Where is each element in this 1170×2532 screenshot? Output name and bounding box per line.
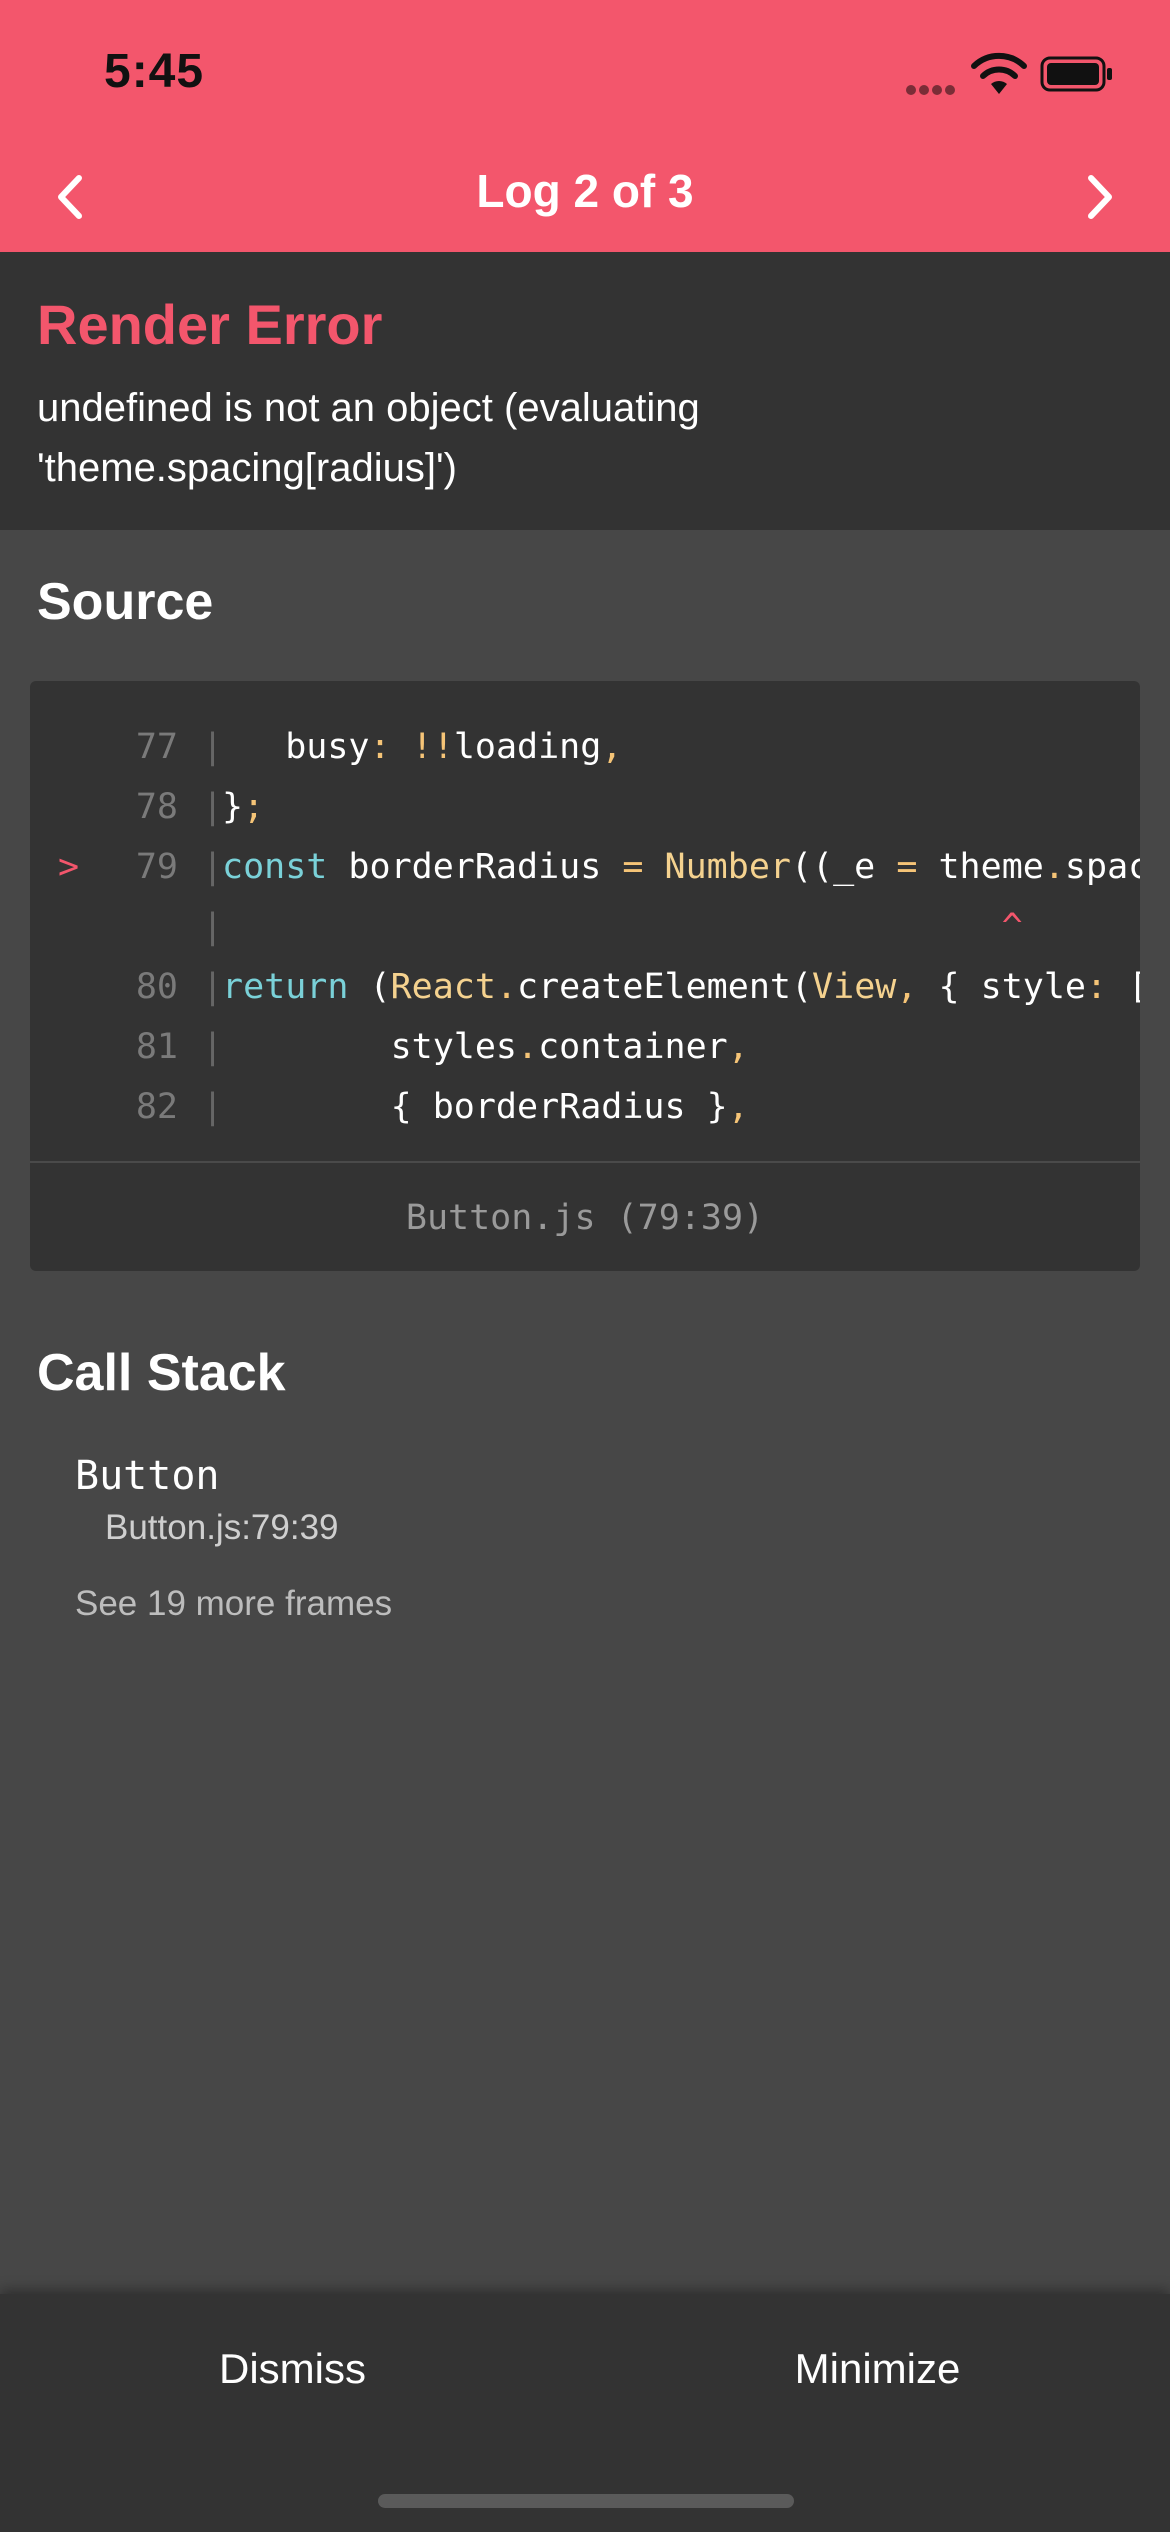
call-stack-section-title: Call Stack: [37, 1344, 286, 1402]
source-section-title: Source: [37, 573, 214, 631]
code-text: ^: [1001, 907, 1023, 947]
dismiss-button[interactable]: Dismiss: [0, 2294, 585, 2444]
line-number: 81: [135, 1027, 178, 1067]
code-line: 80 | return (React.createElement(View, { s…: [30, 957, 1140, 1017]
line-number: 82: [135, 1087, 178, 1127]
cellular-signal-icon: [906, 82, 958, 95]
error-title: Render Error: [37, 293, 383, 356]
code-line: 78 |};: [30, 777, 1140, 837]
code-line: >79 | const borderRadius = Number((_e = th…: [30, 837, 1140, 897]
log-navigation-bar: Log 2 of 3: [0, 142, 1170, 252]
code-text: { borderRadius },: [222, 1087, 749, 1127]
code-text: const borderRadius = Number((_e = theme.…: [222, 847, 1140, 887]
home-indicator[interactable]: [378, 2494, 794, 2508]
line-number: 79: [135, 847, 178, 887]
source-code-frame[interactable]: 77 | busy: !!loading, 78 |}; >79 | const borde…: [30, 681, 1140, 1271]
battery-icon: [1040, 56, 1112, 92]
wifi-icon: [971, 52, 1027, 94]
source-file-location[interactable]: Button.js (79:39): [30, 1161, 1140, 1271]
code-line: 82 | { borderRadius },: [30, 1077, 1140, 1137]
stack-frame-name: Button: [75, 1453, 220, 1499]
error-message: undefined is not an object (evaluating '…: [37, 386, 700, 490]
code-line: 77 | busy: !!loading,: [30, 717, 1140, 777]
gutter-divider: |: [202, 727, 224, 767]
code-text: busy: !!loading,: [222, 727, 623, 767]
line-number: 80: [135, 967, 178, 1007]
line-number: 78: [135, 787, 178, 827]
stack-frame[interactable]: Button Button.js:79:39: [75, 1449, 1075, 1553]
status-bar: 5:45: [0, 0, 1170, 142]
code-text: return (React.createElement(View, { styl…: [222, 967, 1140, 1007]
chevron-right-icon: [1088, 175, 1112, 219]
code-line: 81 | styles.container,: [30, 1017, 1140, 1077]
gutter-divider: |: [202, 1087, 224, 1127]
error-line-marker: >: [58, 847, 80, 887]
gutter-divider: |: [202, 847, 224, 887]
code-text: styles.container,: [222, 1027, 749, 1067]
gutter-divider: |: [202, 787, 224, 827]
gutter-divider: |: [202, 967, 224, 1007]
log-counter-title: Log 2 of 3: [476, 165, 694, 217]
error-header: Render Error undefined is not an object …: [0, 252, 1170, 530]
stack-frame-location: Button.js:79:39: [105, 1508, 339, 1547]
minimize-button[interactable]: Minimize: [585, 2294, 1170, 2444]
gutter-divider: |: [202, 907, 224, 947]
gutter-divider: |: [202, 1027, 224, 1067]
next-log-button[interactable]: [1064, 162, 1134, 232]
code-line: | ^: [30, 897, 1140, 957]
see-more-frames-button[interactable]: See 19 more frames: [75, 1584, 392, 1624]
line-number: 77: [135, 727, 178, 767]
code-text: };: [222, 787, 265, 827]
status-time: 5:45: [104, 45, 205, 98]
